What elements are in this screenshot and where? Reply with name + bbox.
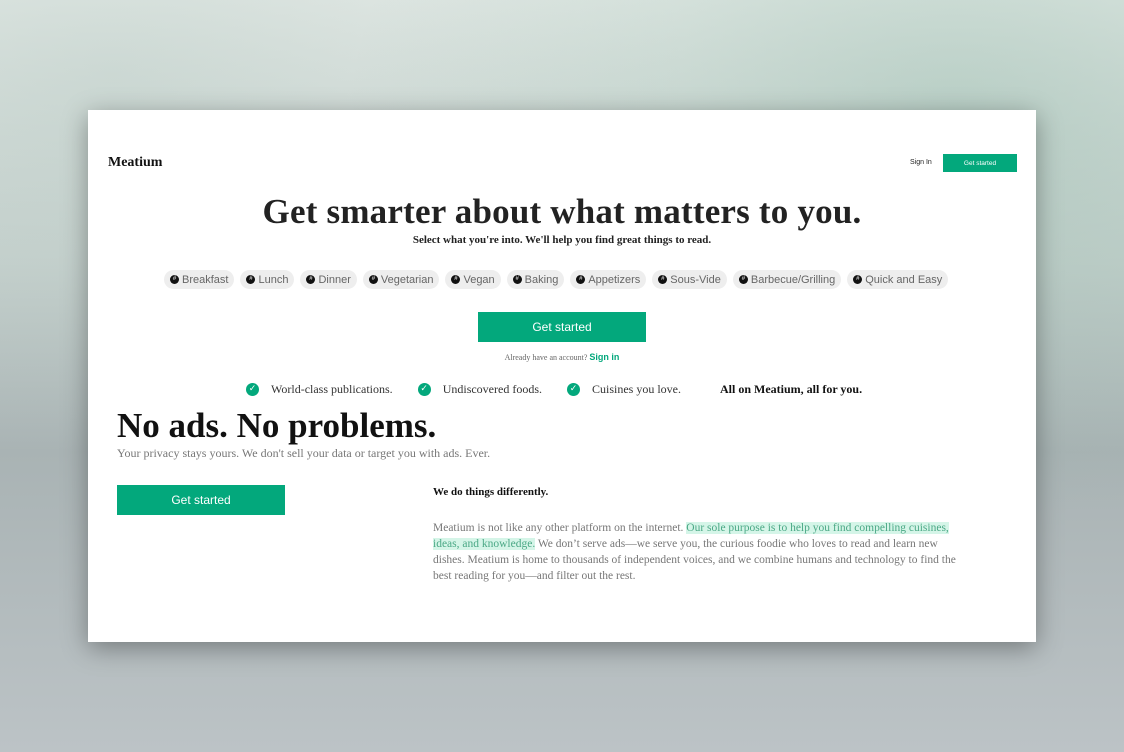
feature-label: Cuisines you love. [592,381,681,396]
hash-icon: # [451,275,461,284]
tag-label: Dinner [318,273,351,286]
nav-sign-in-link[interactable]: Sign In [910,159,932,166]
feature-list: ✓ World-class publications. ✓ Undiscovered… [246,382,862,396]
differently-body: Meatium is not like any other platform o… [433,520,958,584]
secondary-get-started-button[interactable]: Get started [117,485,285,515]
privacy-text: Your privacy stays yours. We don't sell … [117,446,491,460]
tag-label: Vegetarian [380,273,434,286]
tag-lunch[interactable]: # Lunch [240,270,295,289]
feature-item: ✓ Undiscovered foods. [417,381,542,397]
hash-icon: # [738,275,748,284]
hash-icon: # [512,275,522,284]
topic-tags: # Breakfast # Lunch # Dinner # Vegetarian # V… [164,270,964,289]
already-text: Already have an account? [504,353,588,362]
tag-label: Quick and Easy [865,273,943,286]
hero-subtitle: Select what you're into. We'll help you … [412,234,712,246]
tag-label: Sous-Vide [670,273,721,286]
tag-baking[interactable]: # Baking [506,270,565,289]
body-start: Meatium is not like any other platform o… [433,522,687,534]
hero-get-started-button[interactable]: Get started [478,312,646,342]
tag-vegetarian[interactable]: # Vegetarian [362,270,440,289]
hash-icon: # [853,275,863,284]
site-logo[interactable]: Meatium [108,155,162,171]
check-icon: ✓ [246,382,259,396]
hash-icon: # [576,275,586,284]
nav-get-started-button[interactable]: Get started [943,154,1017,172]
tag-label: Appetizers [588,273,641,286]
tag-label: Lunch [258,273,289,286]
tag-label: Barbecue/Grilling [750,273,836,286]
tag-quick-and-easy[interactable]: # Quick and Easy [847,270,949,289]
tag-label: Breakfast [182,273,229,286]
differently-title: We do things differently. [433,486,549,498]
feature-item: ✓ Cuisines you love. [567,382,681,397]
hash-icon: # [170,275,179,284]
feature-item: ✓ World-class publications. [246,382,393,397]
hash-icon: # [306,275,316,284]
hash-icon: # [658,275,668,284]
tag-sous-vide[interactable]: # Sous-Vide [652,270,727,289]
already-have-account: Already have an account? Sign in [88,352,1036,362]
feature-tagline: All on Meatium, all for you. [720,381,863,396]
tag-breakfast[interactable]: # Breakfast [164,270,235,289]
tag-label: Baking [524,273,559,286]
browser-page: Meatium Sign In Get started Get smarter … [88,110,1036,642]
feature-label: Undiscovered foods. [442,381,542,396]
no-ads-title: No ads. No problems. [117,406,437,445]
sign-in-link[interactable]: Sign in [589,352,619,362]
tag-dinner[interactable]: # Dinner [300,270,357,289]
check-icon: ✓ [567,382,580,396]
hash-icon: # [368,275,378,284]
check-icon: ✓ [417,382,431,396]
tag-vegan[interactable]: # Vegan [445,270,501,289]
tag-label: Vegan [463,273,495,286]
tag-barbecue-grilling[interactable]: # Barbecue/Grilling [732,270,842,289]
tag-appetizers[interactable]: # Appetizers [570,270,647,289]
feature-label: World-class publications. [271,381,393,396]
hash-icon: # [246,275,256,284]
hero-title: Get smarter about what matters to you. [262,192,862,231]
